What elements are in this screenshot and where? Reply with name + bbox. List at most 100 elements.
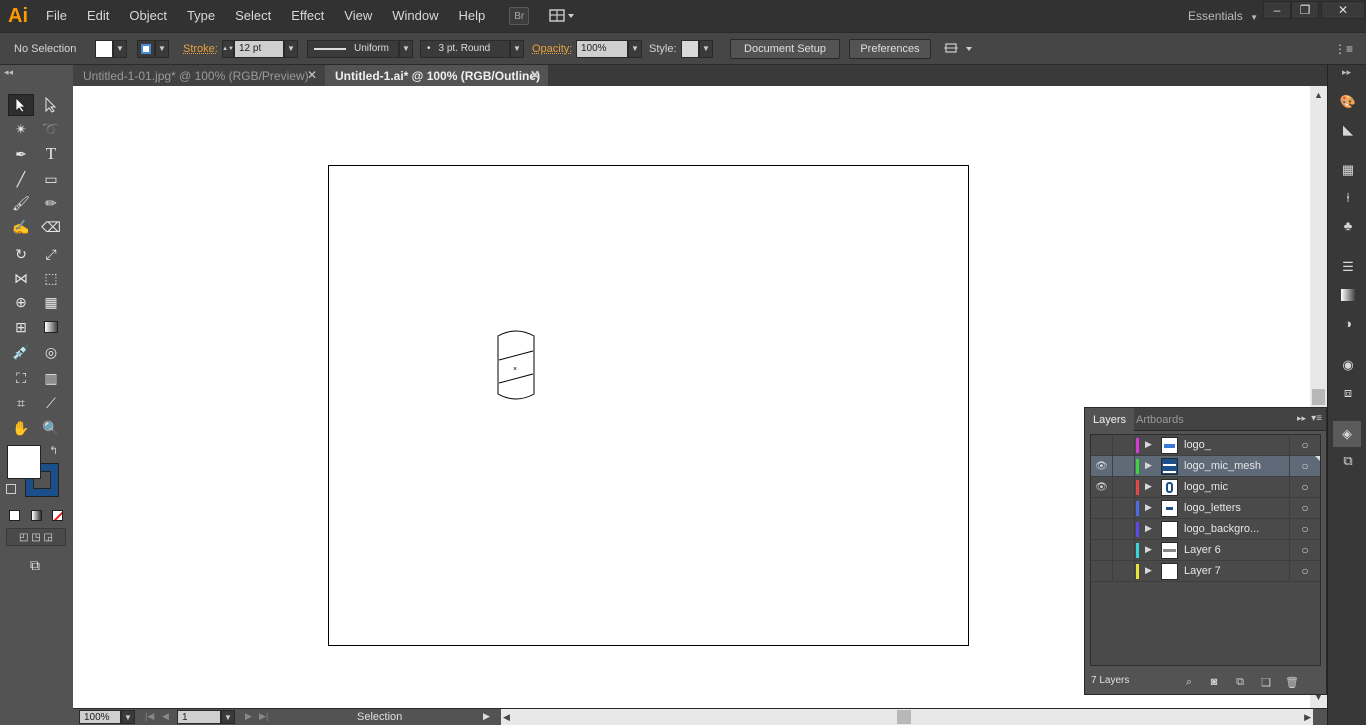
- scroll-right-icon[interactable]: ▶: [1304, 712, 1311, 723]
- menu-object[interactable]: Object: [119, 0, 177, 32]
- stroke-label[interactable]: Stroke:: [183, 33, 218, 64]
- close-tab-icon[interactable]: ✕: [530, 68, 540, 82]
- lock-toggle[interactable]: [1113, 540, 1135, 560]
- lock-toggle[interactable]: [1113, 519, 1135, 539]
- layer-name[interactable]: Layer 7: [1184, 565, 1284, 577]
- color-panel-button[interactable]: 🎨: [1338, 92, 1358, 112]
- pencil-tool[interactable]: ✏: [38, 192, 64, 214]
- menu-file[interactable]: File: [36, 0, 77, 32]
- document-setup-button[interactable]: Document Setup: [730, 38, 840, 59]
- free-transform-tool[interactable]: ⬚: [38, 267, 64, 289]
- first-artboard-icon[interactable]: |◀: [145, 711, 154, 722]
- zoom-field[interactable]: 100%: [79, 710, 121, 724]
- collapse-toolbox-icon[interactable]: ◂◂: [4, 67, 13, 78]
- lock-toggle[interactable]: [1113, 435, 1135, 455]
- panel-menu-icon[interactable]: ⋮≡: [1334, 33, 1353, 64]
- last-artboard-icon[interactable]: ▶|: [259, 711, 268, 722]
- rotate-tool[interactable]: ↻: [8, 243, 34, 265]
- layer-row[interactable]: ▶ Layer 7 ○: [1091, 561, 1320, 582]
- column-graph-tool[interactable]: ▥: [38, 367, 64, 389]
- horizontal-scroll-thumb[interactable]: [897, 710, 911, 724]
- mic-outline-shape[interactable]: ×: [494, 326, 554, 416]
- slice-tool[interactable]: ⟋: [38, 392, 64, 414]
- opacity-control[interactable]: 100% ▼: [576, 33, 642, 64]
- make-clipping-mask-icon[interactable]: ◙: [1207, 675, 1221, 689]
- eyedropper-tool[interactable]: 💉: [8, 341, 34, 363]
- layer-name[interactable]: logo_mic: [1184, 481, 1284, 493]
- target-circle-icon[interactable]: ○: [1289, 519, 1320, 539]
- expand-arrow-icon[interactable]: ▶: [1145, 439, 1152, 450]
- graphic-styles-panel-button[interactable]: ⧈: [1338, 383, 1358, 403]
- panel-options-icon[interactable]: ▾≡: [1311, 413, 1322, 424]
- menu-help[interactable]: Help: [448, 0, 495, 32]
- opacity-label[interactable]: Opacity:: [532, 33, 572, 64]
- layer-row[interactable]: ▶ Layer 6 ○: [1091, 540, 1320, 561]
- stroke-dropdown[interactable]: ▼: [155, 39, 169, 58]
- bridge-button[interactable]: Br: [509, 7, 530, 25]
- expand-arrow-icon[interactable]: ▶: [1145, 523, 1152, 534]
- variable-width-profile[interactable]: Uniform ▼: [307, 33, 413, 64]
- tab-document-outline[interactable]: Untitled-1.ai* @ 100% (RGB/Outline) ✕: [325, 65, 548, 86]
- perspective-grid-tool[interactable]: ▦: [38, 291, 64, 313]
- menu-type[interactable]: Type: [177, 0, 225, 32]
- lock-toggle[interactable]: [1113, 477, 1135, 497]
- profile-dropdown[interactable]: ▼: [399, 39, 413, 58]
- target-circle-icon[interactable]: ○: [1289, 477, 1320, 497]
- layer-name[interactable]: logo_mic_mesh: [1184, 460, 1284, 472]
- fill-dropdown[interactable]: ▼: [113, 39, 127, 58]
- artboard-tool[interactable]: ⌗: [8, 392, 34, 414]
- target-circle-icon[interactable]: ○: [1289, 540, 1320, 560]
- layer-row[interactable]: 👁 ▶ logo_mic ○: [1091, 477, 1320, 498]
- tab-layers[interactable]: Layers: [1085, 408, 1135, 431]
- shape-builder-tool[interactable]: ⊕: [8, 291, 34, 313]
- transparency-panel-button[interactable]: ◑: [1338, 313, 1358, 333]
- fill-color-box[interactable]: [7, 445, 41, 479]
- expand-arrow-icon[interactable]: ▶: [1145, 565, 1152, 576]
- tab-document-preview[interactable]: Untitled-1-01.jpg* @ 100% (RGB/Preview) …: [73, 65, 325, 86]
- visibility-toggle[interactable]: [1091, 435, 1113, 455]
- layer-name[interactable]: Layer 6: [1184, 544, 1284, 556]
- fill-control[interactable]: ▼: [95, 33, 127, 64]
- close-window-button[interactable]: ✕: [1321, 1, 1365, 19]
- pen-tool[interactable]: ✒: [8, 143, 34, 165]
- default-fill-stroke-icon[interactable]: [6, 484, 16, 494]
- collapse-panel-icon[interactable]: ▸▸: [1297, 413, 1306, 424]
- gradient-panel-button[interactable]: [1338, 285, 1358, 305]
- layer-row[interactable]: ▶ logo_backgro... ○: [1091, 519, 1320, 540]
- menu-view[interactable]: View: [334, 0, 382, 32]
- layer-name[interactable]: logo_backgro...: [1184, 523, 1284, 535]
- layer-name[interactable]: logo_letters: [1184, 502, 1284, 514]
- locate-object-icon[interactable]: ⌕: [1182, 675, 1196, 689]
- artboard-dropdown[interactable]: ▼: [221, 710, 235, 724]
- close-tab-icon[interactable]: ✕: [307, 68, 317, 82]
- gradient-mode-button[interactable]: [26, 504, 46, 526]
- layers-panel-button[interactable]: ◈: [1333, 421, 1361, 447]
- magic-wand-tool[interactable]: ✴: [8, 118, 34, 140]
- selection-tool[interactable]: [8, 94, 34, 116]
- eraser-tool[interactable]: ⌫: [38, 216, 64, 238]
- menu-edit[interactable]: Edit: [77, 0, 119, 32]
- visibility-toggle[interactable]: [1091, 498, 1113, 518]
- arrange-documents-button[interactable]: [547, 7, 577, 25]
- target-circle-icon[interactable]: ○: [1289, 498, 1320, 518]
- brush-dropdown[interactable]: ▼: [510, 39, 524, 58]
- target-circle-icon[interactable]: ○: [1289, 435, 1320, 455]
- visibility-toggle[interactable]: [1091, 540, 1113, 560]
- zoom-tool[interactable]: 🔍: [38, 417, 64, 439]
- none-mode-button[interactable]: [47, 504, 67, 526]
- zoom-dropdown[interactable]: ▼: [121, 710, 135, 724]
- swap-fill-stroke-icon[interactable]: ↰: [49, 444, 58, 457]
- stroke-panel-button[interactable]: ☰: [1338, 257, 1358, 277]
- change-screen-mode-button[interactable]: ⧉: [22, 554, 48, 576]
- expand-panels-icon[interactable]: ▸▸: [1342, 67, 1351, 78]
- stroke-weight-stepper[interactable]: ▲▼: [222, 39, 234, 58]
- symbol-sprayer-tool[interactable]: ⛶: [8, 367, 34, 389]
- create-new-layer-icon[interactable]: ❏: [1259, 675, 1273, 689]
- layer-name[interactable]: logo_: [1184, 439, 1284, 451]
- lock-toggle[interactable]: [1113, 456, 1135, 476]
- stroke-weight-dropdown[interactable]: ▼: [284, 39, 298, 58]
- align-menu-button[interactable]: [943, 33, 975, 64]
- visibility-toggle[interactable]: [1091, 519, 1113, 539]
- stroke-weight-field[interactable]: 12 pt: [234, 39, 284, 58]
- direct-selection-tool[interactable]: [38, 94, 64, 116]
